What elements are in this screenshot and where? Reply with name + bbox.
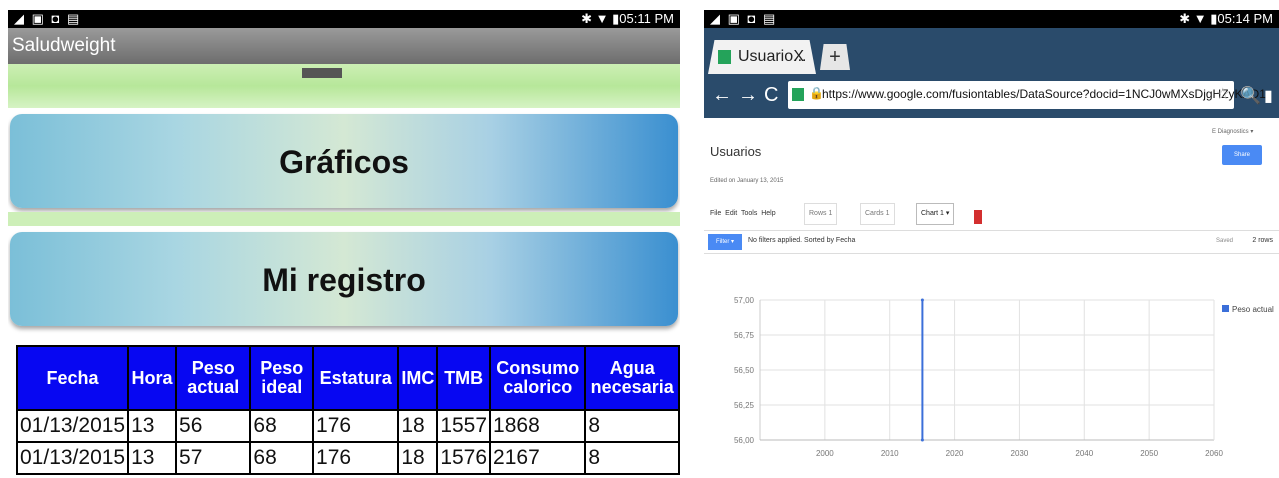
y-tick-label: 56,00: [734, 436, 755, 445]
menu-edit[interactable]: Edit: [725, 210, 737, 217]
cell-consumo-calorico: 2167: [489, 441, 587, 475]
right-status-bar: ◢ ▣ ◘ ▤ ✱ ▼ ▮05:14 PM: [704, 10, 1279, 28]
cell-tmb: 1557: [436, 409, 492, 443]
page-title: Usuarios: [710, 144, 762, 159]
registro-table: Fecha Hora Peso actual Peso ideal Estatu…: [15, 345, 680, 475]
y-tick-label: 56,50: [734, 366, 755, 375]
menu-tools[interactable]: Tools: [741, 210, 757, 217]
right-status-icons: ◢ ▣ ◘ ▤: [710, 11, 778, 26]
browser-tab-usuarios[interactable]: Usuario... X: [708, 40, 816, 74]
right-status-time: ✱ ▼ ▮05:14 PM: [1179, 11, 1273, 26]
right-tablet-screen: ◢ ▣ ◘ ▤ ✱ ▼ ▮05:14 PM Usuario... X + ← →…: [704, 10, 1279, 478]
left-status-icons: ◢ ▣ ◘ ▤: [14, 11, 82, 26]
close-tab-icon[interactable]: X: [793, 48, 804, 66]
share-button[interactable]: Share: [1222, 145, 1262, 165]
drag-handle-icon[interactable]: [302, 68, 342, 78]
header-fecha: Fecha: [15, 345, 130, 411]
y-tick-label: 57,00: [734, 296, 755, 305]
x-tick-label: 2050: [1140, 449, 1158, 458]
x-tick-label: 2010: [881, 449, 899, 458]
account-label[interactable]: E Diagnostics ▾: [1212, 128, 1253, 135]
mi-registro-button-label: Mi registro: [262, 262, 426, 298]
header-estatura: Estatura: [312, 345, 400, 411]
header-consumo-calorico: Consumo calorico: [489, 345, 587, 411]
cell-fecha: 01/13/2015: [15, 441, 130, 475]
legend-swatch-peso-actual: [1222, 305, 1229, 312]
graficos-button-label: Gráficos: [279, 144, 409, 180]
mi-registro-button[interactable]: Mi registro: [10, 232, 678, 326]
filter-status-text: No filters applied. Sorted by Fecha: [748, 237, 856, 244]
cell-estatura: 176: [312, 441, 400, 475]
y-tick-label: 56,25: [734, 401, 755, 410]
y-tick-label: 56,75: [734, 331, 755, 340]
row-count: 2 rows: [1252, 237, 1273, 244]
cell-agua-necesaria: 8: [584, 409, 680, 443]
forward-icon[interactable]: →: [738, 84, 758, 107]
tab-chart[interactable]: Chart 1 ▾: [916, 203, 955, 225]
table-row[interactable]: 01/13/2015 13 57 68 176 18 1576 2167 8: [15, 441, 680, 475]
search-icon[interactable]: 🔍: [1240, 86, 1261, 106]
header-peso-ideal: Peso ideal: [249, 345, 315, 411]
address-bar-url: https://www.google.com/fusiontables/Data…: [822, 87, 1266, 101]
menu-bar: File Edit Tools Help: [710, 210, 776, 217]
x-tick-label: 2020: [946, 449, 964, 458]
filter-button[interactable]: Filter ▾: [708, 234, 742, 250]
bookmarks-icon[interactable]: ▮: [1264, 86, 1273, 106]
header-imc: IMC: [397, 345, 439, 411]
menu-help[interactable]: Help: [761, 210, 775, 217]
header-agua-necesaria: Agua necesaria: [584, 345, 680, 411]
new-tab-button[interactable]: +: [820, 44, 850, 70]
x-tick-label: 2030: [1011, 449, 1029, 458]
table-row[interactable]: 01/13/2015 13 56 68 176 18 1557 1868 8: [15, 409, 680, 443]
cell-peso-actual: 57: [175, 441, 252, 475]
site-favicon-icon: [792, 88, 804, 101]
x-tick-label: 2060: [1205, 449, 1223, 458]
left-status-time: ✱ ▼ ▮05:11 PM: [581, 11, 674, 26]
bookmark-star-icon[interactable]: ☆: [1216, 84, 1230, 104]
cell-fecha: 01/13/2015: [15, 409, 130, 443]
reload-icon[interactable]: C: [764, 84, 778, 107]
left-status-bar: ◢ ▣ ◘ ▤ ✱ ▼ ▮05:11 PM: [8, 10, 680, 28]
cell-consumo-calorico: 1868: [489, 409, 587, 443]
app-title: Saludweight: [12, 35, 116, 56]
add-tab-button[interactable]: [974, 210, 982, 224]
x-tick-label: 2000: [816, 449, 834, 458]
cell-tmb: 1576: [436, 441, 492, 475]
tab-rows[interactable]: Rows 1: [804, 203, 838, 225]
left-app-bar: Saludweight: [8, 28, 680, 64]
x-tick-label: 2040: [1075, 449, 1093, 458]
left-phone-screen: ◢ ▣ ◘ ▤ ✱ ▼ ▮05:11 PM Saludweight Gráfic…: [8, 10, 680, 478]
header-tmb: TMB: [436, 345, 492, 411]
graficos-button[interactable]: Gráficos: [10, 114, 678, 208]
filter-bar: Filter ▾ No filters applied. Sorted by F…: [704, 230, 1279, 254]
data-point: [920, 298, 924, 302]
cell-peso-ideal: 68: [249, 409, 315, 443]
cell-hora: 13: [127, 409, 178, 443]
header-peso-actual: Peso actual: [175, 345, 252, 411]
peso-actual-chart: 2000 2010 2020 2030 2040 2050 2060 57,00 56,75 56…: [734, 296, 1274, 458]
cell-imc: 18: [397, 441, 439, 475]
cell-peso-actual: 56: [175, 409, 252, 443]
header-hora: Hora: [127, 345, 178, 411]
data-point: [920, 438, 924, 442]
browser-toolbar: ← → C 🔒 https://www.google.com/fusiontab…: [704, 74, 1279, 118]
table-header-row: Fecha Hora Peso actual Peso ideal Estatu…: [15, 345, 680, 411]
cell-agua-necesaria: 8: [584, 441, 680, 475]
tab-cards[interactable]: Cards 1: [860, 203, 895, 225]
browser-tab-strip: Usuario... X +: [704, 28, 1279, 74]
left-divider-strip: [8, 212, 680, 226]
cell-estatura: 176: [312, 409, 400, 443]
cell-imc: 18: [397, 409, 439, 443]
edited-date: Edited on January 13, 2015: [710, 178, 784, 184]
saved-status: Saved: [1215, 238, 1233, 244]
cell-hora: 13: [127, 441, 178, 475]
legend-label-peso-actual: Peso actual: [1232, 305, 1274, 314]
menu-file[interactable]: File: [710, 210, 721, 217]
back-icon[interactable]: ←: [712, 84, 732, 107]
left-top-strip: [8, 64, 680, 108]
cell-peso-ideal: 68: [249, 441, 315, 475]
address-bar[interactable]: 🔒 https://www.google.com/fusiontables/Da…: [788, 81, 1266, 109]
fusion-tables-favicon-icon: [718, 50, 731, 64]
